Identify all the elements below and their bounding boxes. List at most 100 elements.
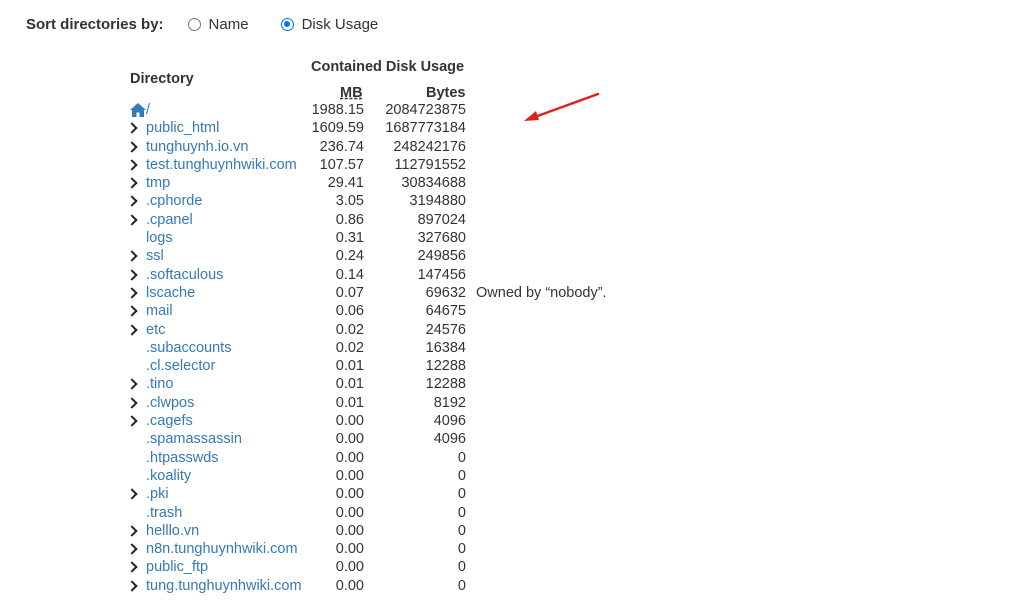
header-contained-disk-usage: Contained Disk Usage [311, 59, 465, 75]
directory-link[interactable]: .subaccounts [146, 339, 231, 357]
chevron-right-icon[interactable] [126, 214, 138, 226]
chevron-right-icon[interactable] [126, 305, 138, 317]
size-bytes: 112791552 [394, 156, 466, 173]
size-bytes: 2084723875 [385, 102, 466, 118]
directory-link[interactable]: lscache [146, 284, 195, 302]
chevron-right-icon[interactable] [126, 287, 138, 299]
chevron-right-icon[interactable] [126, 580, 138, 592]
directory-link[interactable]: .cphorde [146, 192, 202, 210]
chevron-right-icon[interactable] [126, 378, 138, 391]
size-bytes: 16384 [425, 339, 466, 356]
chevron-right-icon[interactable] [126, 488, 138, 500]
directory-link[interactable]: .softaculous [146, 266, 223, 284]
directory-link[interactable]: n8n.tunghuynhwiki.com [146, 540, 298, 558]
directory-link[interactable]: etc [146, 321, 165, 339]
table-row: .htpasswds 0.00 0 [0, 449, 700, 467]
table-row: logs 0.31 327680 [0, 229, 700, 247]
chevron-right-icon[interactable] [126, 415, 138, 427]
size-bytes: 1687773184 [385, 120, 466, 137]
size-mb: 0.02 [335, 321, 364, 338]
size-bytes: 327680 [417, 230, 466, 247]
directory-link[interactable]: .htpasswds [146, 449, 219, 467]
chevron-right-icon[interactable] [126, 122, 138, 134]
chevron-right-icon[interactable] [126, 159, 138, 171]
sort-bar: Sort directories by: Name Disk Usage [26, 14, 378, 34]
sort-by-name-option[interactable]: Name [187, 16, 249, 33]
table-row: .clwpos 0.01 8192 [0, 394, 700, 412]
directory-link[interactable]: public_html [146, 119, 219, 137]
directory-link[interactable]: test.tunghuynhwiki.com [146, 156, 297, 174]
directory-link[interactable]: tunghuynh.io.vn [146, 138, 248, 156]
directory-link[interactable]: tung.tunghuynhwiki.com [146, 577, 302, 595]
chevron-right-icon[interactable] [126, 525, 138, 537]
sort-by-name-radio[interactable] [187, 17, 201, 31]
table-row: .tino 0.01 12288 [0, 375, 700, 393]
table-row: .trash 0.00 0 [0, 504, 700, 522]
directory-link[interactable]: / [146, 101, 150, 119]
chevron-right-icon[interactable] [126, 177, 138, 189]
directory-link[interactable]: .cpanel [146, 211, 193, 229]
chevron-right-icon[interactable] [126, 323, 138, 336]
directory-link[interactable]: .cagefs [146, 412, 193, 430]
size-mb: 107.57 [319, 156, 364, 173]
header-directory: Directory [130, 71, 194, 87]
size-mb: 0.01 [335, 376, 364, 393]
size-bytes: 12288 [425, 358, 466, 375]
table-row: .pki 0.00 0 [0, 485, 700, 503]
table-row: public_ftp 0.00 0 [0, 558, 700, 576]
size-mb: 0.00 [335, 541, 364, 558]
size-bytes: 0 [457, 504, 466, 521]
directory-link[interactable]: mail [146, 302, 173, 320]
size-bytes: 3194880 [409, 193, 466, 210]
size-bytes: 0 [457, 467, 466, 484]
size-mb: 0.00 [335, 467, 364, 484]
chevron-right-icon[interactable] [126, 561, 138, 574]
size-bytes: 249856 [417, 248, 466, 265]
size-mb: 0.02 [335, 339, 364, 356]
directory-link[interactable]: tmp [146, 174, 170, 192]
size-bytes: 0 [457, 577, 466, 594]
size-mb: 0.14 [335, 266, 364, 283]
directory-link[interactable]: .trash [146, 504, 182, 522]
table-row: mail 0.06 64675 [0, 302, 700, 320]
sort-by-disk-usage-radio[interactable] [280, 17, 294, 31]
table-row: .subaccounts 0.02 16384 [0, 339, 700, 357]
size-bytes: 69632 [425, 284, 466, 301]
size-bytes: 897024 [417, 211, 466, 228]
directory-link[interactable]: .clwpos [146, 394, 194, 412]
chevron-right-icon[interactable] [126, 195, 138, 208]
chevron-right-icon[interactable] [126, 269, 138, 281]
directory-link[interactable]: helllo.vn [146, 522, 199, 540]
red-arrow-icon [524, 92, 600, 121]
directory-link[interactable]: public_ftp [146, 558, 208, 576]
directory-link[interactable]: .pki [146, 485, 169, 503]
size-bytes: 24576 [425, 321, 466, 338]
size-mb: 0.07 [335, 284, 364, 301]
size-bytes: 147456 [417, 266, 466, 283]
table-row: n8n.tunghuynhwiki.com 0.00 0 [0, 540, 700, 558]
table-row: .cl.selector 0.01 12288 [0, 357, 700, 375]
directory-link[interactable]: .koality [146, 467, 191, 485]
home-icon[interactable] [130, 103, 146, 117]
chevron-right-icon[interactable] [126, 397, 138, 409]
size-mb: 0.00 [335, 431, 364, 448]
directory-link[interactable]: logs [146, 229, 173, 247]
directory-link[interactable]: ssl [146, 247, 164, 265]
size-bytes: 0 [457, 522, 466, 539]
chevron-right-icon[interactable] [126, 543, 138, 555]
table-row: tung.tunghuynhwiki.com 0.00 0 [0, 577, 700, 595]
chevron-right-icon[interactable] [126, 250, 138, 263]
size-mb: 1609.59 [311, 120, 364, 137]
sort-by-disk-usage-option[interactable]: Disk Usage [280, 16, 378, 33]
directory-link[interactable]: .spamassassin [146, 430, 242, 448]
chevron-right-icon[interactable] [126, 140, 138, 153]
directory-link[interactable]: .cl.selector [146, 357, 215, 375]
size-mb: 0.00 [335, 522, 364, 539]
directory-link[interactable]: .tino [146, 375, 173, 393]
table-row: lscache 0.07 69632 Owned by “nobody”. [0, 284, 700, 302]
size-bytes: 8192 [433, 394, 466, 411]
size-bytes: 64675 [425, 303, 466, 320]
table-row: .spamassassin 0.00 4096 [0, 430, 700, 448]
size-mb: 0.24 [335, 248, 364, 265]
size-mb: 0.06 [335, 303, 364, 320]
